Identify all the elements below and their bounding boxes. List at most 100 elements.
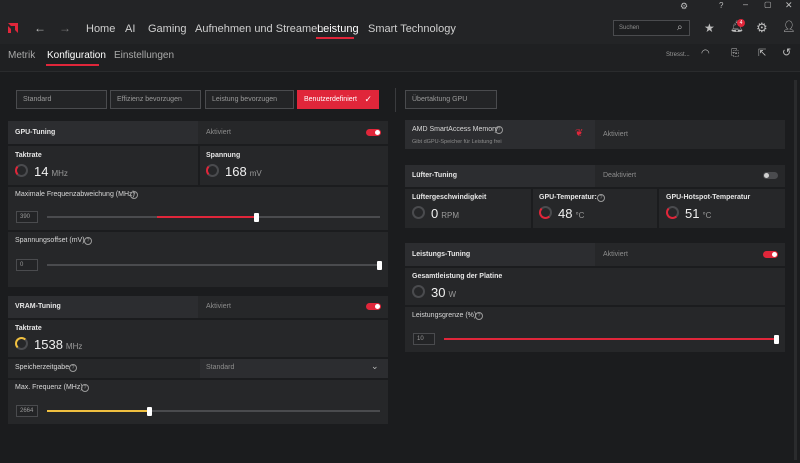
nav-ai[interactable]: AI (125, 23, 135, 35)
back-arrow-icon[interactable]: ← (34, 22, 46, 34)
power-tuning-title: Leistungs-Tuning (412, 251, 471, 258)
power-limit-input[interactable]: 10 (413, 333, 435, 345)
fan-tuning-status: Deaktiviert (603, 172, 637, 179)
freq-deviation-input[interactable]: 390 (16, 211, 38, 223)
user-icon[interactable]: 👤︎ (782, 22, 796, 33)
max-freq-input[interactable]: 2664 (16, 405, 38, 417)
fan-tuning-title: Lüfter-Tuning (412, 172, 457, 179)
help-icon[interactable]: ? (84, 237, 92, 245)
help-icon[interactable]: ? (475, 312, 483, 320)
stress-test-label[interactable]: Stresst... (666, 52, 690, 58)
separator (8, 378, 388, 380)
preset-efficiency[interactable]: Effizienz bevorzugen (110, 90, 201, 109)
preset-custom[interactable]: Benutzerdefiniert ✓ (297, 90, 379, 109)
voltage-offset-track (47, 264, 380, 266)
voltage-offset-label: Spannungsoffset (mV) (15, 237, 85, 244)
separator (198, 146, 200, 185)
nav-performance[interactable]: Leistung (317, 23, 359, 35)
gpu-temp-unit: °C (575, 211, 585, 220)
help-icon[interactable]: ? (81, 384, 89, 392)
hotspot-temp-value: 51 °C (685, 206, 711, 221)
tab-metrics[interactable]: Metrik (8, 50, 35, 61)
gear-icon[interactable]: ⚙ (680, 2, 688, 11)
memory-timing-value: Standard (206, 364, 235, 371)
gpu-clock-value: 14 MHz (34, 164, 68, 179)
fan-speed-value: 0 RPM (431, 206, 459, 221)
hotspot-temp-number: 51 (685, 206, 700, 221)
gpu-clock-number: 14 (34, 164, 49, 179)
power-tuning-toggle[interactable] (763, 251, 778, 258)
gpu-tuning-toggle[interactable] (366, 129, 381, 136)
sam-title: AMD SmartAccess Memory (412, 126, 498, 133)
gpu-temp-value: 48 °C (558, 206, 584, 221)
settings-gear-icon[interactable]: ⚙ (756, 21, 768, 34)
gpu-voltage-gauge (206, 164, 219, 177)
max-freq-label: Max. Frequenz (MHz) (15, 384, 83, 391)
gauge-icon[interactable]: ◠ (701, 49, 710, 59)
maximize-icon[interactable]: ▢ (764, 1, 772, 9)
amd-logo-icon[interactable] (6, 21, 20, 35)
vram-clock-gauge (15, 337, 28, 350)
tab-settings[interactable]: Einstellungen (114, 50, 174, 61)
power-limit-fill (444, 338, 777, 340)
help-icon[interactable]: ? (719, 2, 723, 10)
nav-gaming[interactable]: Gaming (148, 23, 187, 35)
separator (8, 318, 388, 320)
scrollbar[interactable] (794, 80, 797, 460)
help-icon[interactable]: ? (130, 191, 138, 199)
preset-gpu-overclock[interactable]: Übertaktung GPU (405, 90, 497, 109)
separator (405, 266, 785, 268)
nav-smart-technology[interactable]: Smart Technology (368, 23, 456, 35)
gpu-clock-gauge (15, 164, 28, 177)
vram-tuning-status: Aktiviert (206, 303, 231, 310)
close-icon[interactable]: ✕ (785, 1, 793, 10)
nav-recording-streaming[interactable]: Aufnehmen und Streamen (195, 23, 323, 35)
voltage-offset-slider-thumb[interactable] (377, 261, 382, 270)
freq-deviation-slider-thumb[interactable] (253, 213, 259, 222)
preset-performance-label: Leistung bevorzugen (212, 96, 277, 103)
preset-standard[interactable]: Standard (16, 90, 107, 109)
power-limit-label: Leistungsgrenze (%) (412, 312, 477, 319)
help-icon[interactable]: ? (495, 126, 503, 134)
help-icon[interactable]: ? (597, 194, 605, 202)
freq-deviation-label: Maximale Frequenzabweichung (MHz) (15, 191, 135, 198)
checkmark-icon: ✓ (364, 94, 372, 104)
max-freq-slider-thumb[interactable] (147, 407, 153, 416)
vram-tuning-title: VRAM-Tuning (15, 303, 61, 310)
chevron-down-icon: ⌄ (371, 361, 379, 371)
separator (8, 185, 388, 187)
gpu-voltage-unit: mV (249, 169, 262, 178)
nav-home[interactable]: Home (86, 23, 115, 35)
forward-arrow-icon[interactable]: → (59, 22, 71, 34)
import-icon[interactable]: ⎘ (731, 49, 739, 59)
vram-tuning-toggle[interactable] (366, 303, 381, 310)
power-limit-slider-thumb[interactable] (774, 335, 779, 344)
vram-clock-value: 1538 MHz (34, 337, 82, 352)
tab-configuration[interactable]: Konfiguration (47, 50, 106, 61)
power-limit-value: 10 (417, 336, 424, 342)
memory-timing-dropdown[interactable]: Standard ⌄ (200, 359, 388, 378)
separator (405, 305, 785, 307)
search-field[interactable]: Suchen ⌕ (613, 20, 690, 36)
star-icon[interactable]: ★ (704, 22, 715, 34)
hotspot-temp-unit: °C (702, 211, 712, 220)
vram-clock-label: Taktrate (15, 325, 42, 332)
gpu-voltage-label: Spannung (206, 152, 241, 159)
voltage-offset-input[interactable]: 0 (16, 259, 38, 271)
vram-clock-number: 1538 (34, 337, 63, 352)
minimize-icon[interactable]: – (743, 0, 748, 9)
gpu-clock-unit: MHz (51, 169, 68, 178)
gpu-tuning-status: Aktiviert (206, 129, 231, 136)
board-power-number: 30 (431, 285, 446, 300)
reset-icon[interactable]: ↺ (782, 48, 791, 59)
vram-clock-unit: MHz (65, 342, 83, 351)
preset-gpu-overclock-label: Übertaktung GPU (412, 96, 468, 103)
export-icon[interactable]: ⇱ (758, 49, 766, 59)
help-icon[interactable]: ? (69, 364, 77, 372)
nav-active-indicator (316, 37, 354, 39)
memory-chip-icon: ❦ (575, 128, 584, 139)
preset-performance[interactable]: Leistung bevorzugen (205, 90, 294, 109)
gpu-voltage-value: 168 mV (225, 164, 262, 179)
gpu-temp-number: 48 (558, 206, 573, 221)
fan-tuning-toggle[interactable] (763, 172, 778, 179)
